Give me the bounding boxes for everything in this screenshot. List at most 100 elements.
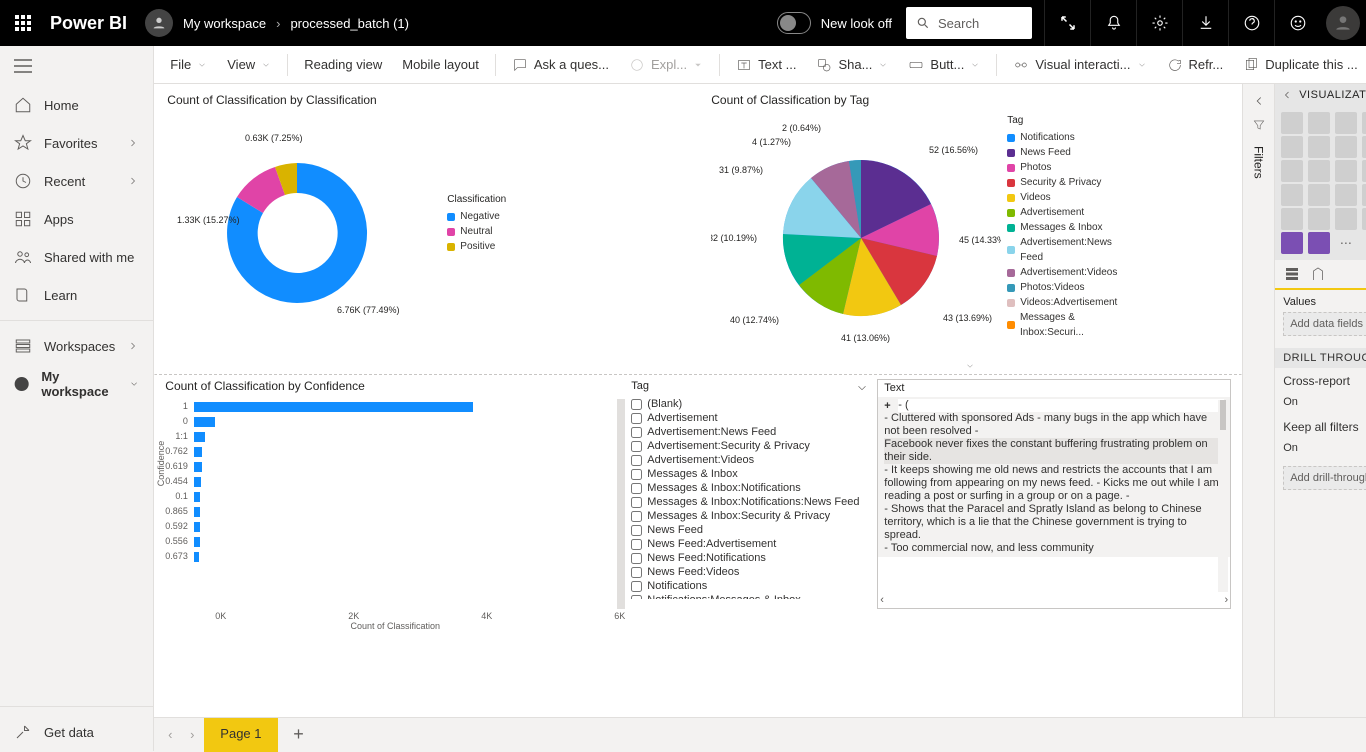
viz-type-icon[interactable] — [1308, 112, 1330, 134]
slicer-item[interactable]: Messages & Inbox — [631, 467, 871, 481]
slicer-checkbox[interactable] — [631, 455, 642, 466]
report-canvas[interactable]: Count of Classification by Classificatio… — [154, 84, 1242, 717]
text-column-header[interactable]: Text — [878, 380, 1230, 397]
viz-type-icon[interactable] — [1308, 160, 1330, 182]
ribbon-mobile-layout[interactable]: Mobile layout — [394, 50, 487, 80]
slicer-item[interactable]: News Feed:Notifications — [631, 551, 871, 565]
viz-type-icon[interactable] — [1335, 208, 1357, 230]
slicer-checkbox[interactable] — [631, 469, 642, 480]
page-tab[interactable]: Page 1 — [204, 718, 277, 752]
viz-type-icon[interactable] — [1362, 136, 1366, 158]
fields-tab-icon[interactable] — [1283, 265, 1301, 283]
nav-learn[interactable]: Learn — [0, 276, 153, 314]
nav-collapse-button[interactable] — [0, 46, 153, 86]
chevron-down-icon[interactable] — [962, 361, 978, 371]
visual-text-table[interactable]: Text + - (- Cluttered with sponsored Ads… — [877, 379, 1231, 631]
slicer-checkbox[interactable] — [631, 511, 642, 522]
breadcrumb-workspace[interactable]: My workspace — [183, 16, 266, 31]
viz-type-icon[interactable] — [1308, 184, 1330, 206]
slicer-item[interactable]: Advertisement:Videos — [631, 453, 871, 467]
h-scrollbar[interactable]: ‹› — [880, 594, 1228, 606]
download-button[interactable] — [1182, 0, 1228, 46]
viz-type-icon[interactable] — [1335, 184, 1357, 206]
ribbon-textbox[interactable]: Text ... — [728, 50, 804, 80]
viz-type-icon[interactable] — [1281, 136, 1303, 158]
slicer-item[interactable]: Messages & Inbox:Notifications — [631, 481, 871, 495]
slicer-checkbox[interactable] — [631, 567, 642, 578]
tab-scroll-left[interactable]: ‹ — [160, 727, 180, 742]
slicer-item[interactable]: Messages & Inbox:Notifications:News Feed — [631, 495, 871, 509]
nav-recent[interactable]: Recent — [0, 162, 153, 200]
help-button[interactable] — [1228, 0, 1274, 46]
nav-workspaces[interactable]: Workspaces — [0, 327, 153, 365]
values-field-well[interactable]: Add data fields here — [1283, 312, 1366, 336]
slicer-item[interactable]: Notifications — [631, 579, 871, 593]
slicer-item[interactable]: News Feed — [631, 523, 871, 537]
visual-donut[interactable]: Count of Classification by Classificatio… — [154, 84, 698, 374]
slicer-item[interactable]: Notifications:Messages & Inbox — [631, 593, 871, 599]
viz-type-icon[interactable] — [1335, 112, 1357, 134]
scrollbar[interactable] — [1218, 400, 1228, 592]
nav-apps[interactable]: Apps — [0, 200, 153, 238]
slicer-checkbox[interactable] — [631, 413, 642, 424]
search-input[interactable]: Search — [906, 7, 1032, 39]
tab-scroll-right[interactable]: › — [182, 727, 202, 742]
ribbon-shapes[interactable]: Sha... — [808, 50, 896, 80]
nav-getdata[interactable]: Get data — [0, 713, 153, 751]
visual-bar[interactable]: Count of Classification by Confidence Co… — [165, 379, 625, 631]
filters-pane-collapsed[interactable]: Filters — [1242, 84, 1274, 717]
viz-more-icon[interactable]: ⋯ — [1335, 232, 1357, 254]
slicer-item[interactable]: Advertisement — [631, 411, 871, 425]
slicer-checkbox[interactable] — [631, 595, 642, 600]
slicer-checkbox[interactable] — [631, 441, 642, 452]
viz-type-icon[interactable] — [1281, 184, 1303, 206]
viz-type-icon[interactable] — [1335, 160, 1357, 182]
viz-pane-header[interactable]: VISUALIZATIONS — [1275, 84, 1366, 106]
viz-type-icon[interactable] — [1362, 112, 1366, 134]
scrollbar[interactable] — [617, 399, 625, 609]
slicer-checkbox[interactable] — [631, 525, 642, 536]
ribbon-view[interactable]: View — [219, 50, 279, 80]
viz-type-icon[interactable] — [1281, 232, 1303, 254]
new-look-toggle[interactable] — [777, 12, 811, 34]
ribbon-visual-interactions[interactable]: Visual interacti... — [1005, 50, 1154, 80]
ribbon-buttons[interactable]: Butt... — [900, 50, 988, 80]
viz-type-icon[interactable] — [1281, 160, 1303, 182]
fullscreen-button[interactable] — [1044, 0, 1090, 46]
ribbon-duplicate[interactable]: Duplicate this ... — [1235, 50, 1366, 80]
viz-type-icon[interactable] — [1335, 136, 1357, 158]
nav-home[interactable]: Home — [0, 86, 153, 124]
viz-type-icon[interactable] — [1362, 184, 1366, 206]
slicer-item[interactable]: (Blank) — [631, 397, 871, 411]
visual-slicer-tag[interactable]: Tag (Blank)AdvertisementAdvertisement:Ne… — [631, 379, 871, 631]
chevron-down-icon[interactable] — [855, 381, 869, 395]
slicer-item[interactable]: Advertisement:Security & Privacy — [631, 439, 871, 453]
app-launcher[interactable] — [0, 0, 46, 46]
slicer-item[interactable]: News Feed:Advertisement — [631, 537, 871, 551]
nav-favorites[interactable]: Favorites — [0, 124, 153, 162]
feedback-button[interactable] — [1274, 0, 1320, 46]
ribbon-refresh[interactable]: Refr... — [1159, 50, 1232, 80]
settings-button[interactable] — [1136, 0, 1182, 46]
slicer-checkbox[interactable] — [631, 539, 642, 550]
slicer-checkbox[interactable] — [631, 483, 642, 494]
format-tab-icon[interactable] — [1309, 265, 1327, 283]
viz-type-icon[interactable] — [1281, 112, 1303, 134]
drillthrough-field-well[interactable]: Add drill-through fields here — [1283, 466, 1366, 490]
nav-shared[interactable]: Shared with me — [0, 238, 153, 276]
viz-type-icon[interactable] — [1281, 208, 1303, 230]
slicer-checkbox[interactable] — [631, 497, 642, 508]
slicer-checkbox[interactable] — [631, 553, 642, 564]
add-page-button[interactable]: + — [280, 724, 318, 745]
viz-type-icon[interactable] — [1308, 232, 1330, 254]
expand-icon[interactable]: + — [884, 400, 890, 413]
breadcrumb-report[interactable]: processed_batch (1) — [290, 16, 409, 31]
slicer-item[interactable]: Messages & Inbox:Security & Privacy — [631, 509, 871, 523]
slicer-checkbox[interactable] — [631, 399, 642, 410]
viz-type-icon[interactable] — [1362, 160, 1366, 182]
nav-myworkspace[interactable]: My workspace — [0, 365, 153, 403]
ribbon-reading-view[interactable]: Reading view — [296, 50, 390, 80]
account-button[interactable] — [1320, 0, 1366, 46]
notifications-button[interactable] — [1090, 0, 1136, 46]
slicer-item[interactable]: Advertisement:News Feed — [631, 425, 871, 439]
